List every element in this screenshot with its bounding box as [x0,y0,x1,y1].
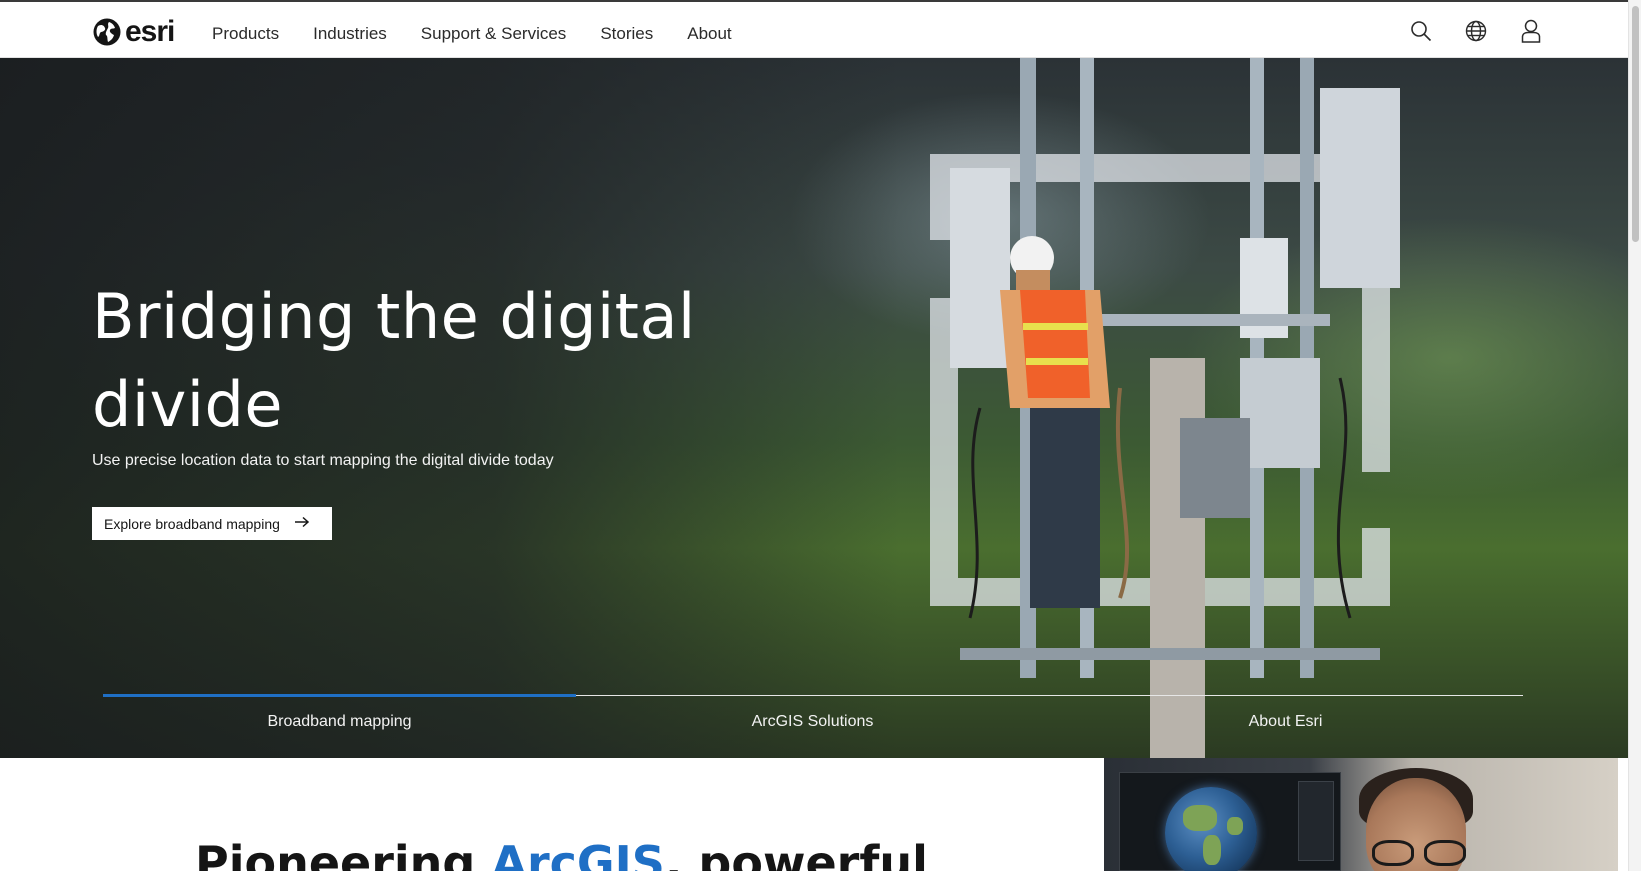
page-scrollbar[interactable] [1628,0,1641,871]
brand-wordmark: esri [125,15,175,48]
monitor-screen [1119,772,1341,871]
arrow-right-icon [294,515,310,533]
globe-visual [1165,787,1257,871]
heading-text-post: , powerful [664,836,928,871]
arcgis-intro-section: Pioneering ArcGIS, powerful [0,758,1628,871]
hero-carousel-tabs: Broadband mapping ArcGIS Solutions About… [103,694,1523,743]
explore-broadband-mapping-button[interactable]: Explore broadband mapping [92,507,332,540]
section-image-person-with-globe [1104,758,1618,871]
nav-item-about[interactable]: About [687,22,731,46]
nav-item-support-services[interactable]: Support & Services [421,22,567,46]
tab-broadband-mapping[interactable]: Broadband mapping [103,713,576,731]
user-icon[interactable] [1519,18,1543,44]
section-heading: Pioneering ArcGIS, powerful [195,836,928,871]
monitor-side-panel [1298,781,1334,861]
nav-utility-icons [1409,18,1543,44]
hero-subtitle: Use precise location data to start mappi… [92,452,554,469]
heading-text-accent: ArcGIS [491,836,665,871]
main-nav: Products Industries Support & Services S… [212,22,766,46]
cta-label: Explore broadband mapping [104,515,280,532]
tab-progress-indicator [103,694,576,697]
scrollbar-thumb[interactable] [1632,6,1639,242]
esri-logo[interactable]: esri [92,15,175,48]
hero-image-cell-tower-worker [930,58,1400,758]
tab-arcgis-solutions[interactable]: ArcGIS Solutions [576,713,1049,731]
hero-banner: Bridging the digital divide Use precise … [0,58,1628,758]
tab-about-esri[interactable]: About Esri [1049,713,1522,731]
nav-item-products[interactable]: Products [212,22,279,46]
heading-text-pre: Pioneering [195,836,492,871]
person-glasses [1372,840,1466,866]
nav-item-industries[interactable]: Industries [313,22,387,46]
globe-icon[interactable] [1464,18,1488,44]
hero-title: Bridging the digital divide [92,280,696,441]
search-icon[interactable] [1409,18,1433,44]
nav-item-stories[interactable]: Stories [600,22,653,46]
globe-logo-icon [93,18,121,46]
top-navigation: esri Products Industries Support & Servi… [0,0,1628,58]
